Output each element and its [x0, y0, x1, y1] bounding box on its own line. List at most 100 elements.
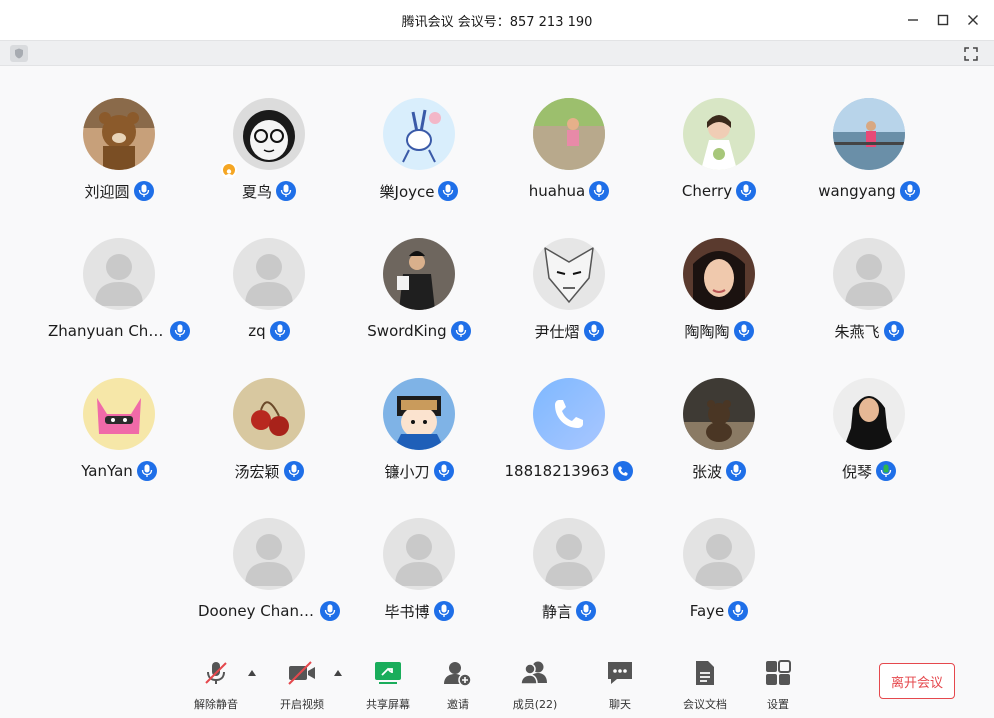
participant-name-row: 张波	[692, 460, 746, 482]
participant-tile[interactable]: 汤宏颖	[194, 378, 344, 518]
video-options-caret[interactable]	[333, 668, 343, 678]
close-button[interactable]	[958, 5, 988, 35]
avatar	[383, 378, 455, 450]
avatar	[83, 238, 155, 310]
participant-name: 樂Joyce	[379, 182, 435, 201]
video-off-icon	[285, 658, 319, 688]
participant-tile[interactable]: wangyang	[794, 98, 944, 238]
participant-name: 尹仕熠	[534, 322, 580, 341]
mic-icon	[433, 601, 454, 621]
participant-name-row: 静言	[542, 600, 596, 622]
participant-name-row: 刘迎圆	[84, 180, 154, 202]
participant-name: wangyang	[818, 182, 896, 200]
mic-icon	[450, 321, 471, 341]
avatar	[833, 378, 905, 450]
participant-tile[interactable]: Faye	[644, 518, 794, 658]
add-user-icon	[441, 658, 475, 688]
participant-tile[interactable]: 毕书博	[344, 518, 494, 658]
mic-icon	[170, 321, 190, 341]
settings-label: 设置	[767, 698, 789, 711]
participant-name: Cherry	[681, 182, 733, 200]
mic-icon	[433, 461, 454, 481]
participant-tile[interactable]: 樂Joyce	[344, 98, 494, 238]
avatar	[533, 378, 605, 450]
participant-name: Dooney Chang▯	[198, 602, 316, 620]
members-icon	[518, 658, 552, 688]
participant-name-row: YanYan	[81, 460, 157, 482]
mic-icon	[583, 321, 604, 341]
audio-options-caret[interactable]	[247, 668, 257, 678]
participant-name: 夏鸟	[241, 182, 272, 201]
mic-icon	[576, 601, 596, 621]
participant-name: 张波	[691, 462, 722, 481]
mic-icon	[733, 321, 754, 341]
mic-icon	[276, 181, 296, 201]
participant-name-row: zq	[248, 320, 290, 342]
muted-mic-icon	[199, 658, 233, 688]
avatar	[683, 98, 755, 170]
unmute-button[interactable]: 解除静音	[181, 658, 251, 714]
mic-icon	[589, 181, 610, 201]
avatar	[533, 518, 605, 590]
minimize-button[interactable]	[898, 5, 928, 35]
avatar	[233, 518, 305, 590]
participant-name-row: 尹仕熠	[534, 320, 604, 342]
leave-meeting-button[interactable]: 离开会议	[879, 663, 955, 699]
participant-tile[interactable]: Zhanyuan Cha...	[44, 238, 194, 378]
participant-name-row: 朱燕飞	[834, 320, 904, 342]
document-icon	[688, 658, 722, 688]
settings-button[interactable]: 设置	[743, 658, 813, 714]
avatar	[833, 98, 905, 170]
unmute-label: 解除静音	[194, 698, 238, 711]
shield-icon[interactable]	[10, 45, 28, 62]
host-badge-icon	[221, 162, 237, 178]
participant-tile[interactable]: 刘迎圆	[44, 98, 194, 238]
participant-name-row: 18818213963	[505, 460, 634, 482]
avatar	[383, 238, 455, 310]
participant-name: 18818213963	[504, 462, 610, 480]
share-screen-button[interactable]: 共享屏幕	[353, 658, 423, 714]
phone-call-icon	[613, 461, 634, 481]
participant-name: huahua	[528, 182, 586, 200]
share-screen-icon	[371, 658, 405, 688]
participant-name: 毕书博	[384, 602, 430, 621]
participant-tile[interactable]: 18818213963	[494, 378, 644, 518]
invite-button[interactable]: 邀请	[423, 658, 493, 714]
participant-tile[interactable]: 尹仕熠	[494, 238, 644, 378]
avatar	[683, 518, 755, 590]
invite-label: 邀请	[447, 698, 469, 711]
start-video-button[interactable]: 开启视频	[267, 658, 337, 714]
members-button[interactable]: 成员(22)	[500, 658, 570, 714]
window-title: 腾讯会议 会议号：857 213 190	[401, 14, 593, 30]
mic-icon	[320, 601, 340, 621]
fullscreen-icon[interactable]	[962, 45, 980, 62]
participant-tile[interactable]: YanYan	[44, 378, 194, 518]
participant-name-row: Faye	[690, 600, 749, 622]
participant-name: YanYan	[81, 462, 133, 480]
participant-name-row: Cherry	[681, 180, 757, 202]
meeting-docs-button[interactable]: 会议文档	[670, 658, 740, 714]
participant-tile[interactable]: 朱燕飞	[794, 238, 944, 378]
chat-button[interactable]: 聊天	[585, 658, 655, 714]
chat-label: 聊天	[609, 698, 631, 711]
mic-icon	[283, 461, 304, 481]
share-screen-label: 共享屏幕	[366, 698, 410, 711]
maximize-button[interactable]	[928, 5, 958, 35]
participant-tile[interactable]: 夏鸟	[194, 98, 344, 238]
participant-tile[interactable]: 镰小刀	[344, 378, 494, 518]
participant-name: 陶陶陶	[684, 322, 730, 341]
meeting-toolbar: 解除静音 开启视频 共享屏幕 邀请 成员(22) 聊天 会议文档 设置 离开会议	[0, 650, 994, 718]
participant-tile[interactable]: Dooney Chang▯	[194, 518, 344, 658]
participant-tile[interactable]: 陶陶陶	[644, 238, 794, 378]
participant-tile[interactable]: 倪琴	[794, 378, 944, 518]
participant-name: Zhanyuan Cha...	[48, 322, 166, 340]
participant-tile[interactable]: 静言	[494, 518, 644, 658]
participant-tile[interactable]: 张波	[644, 378, 794, 518]
settings-grid-icon	[761, 658, 795, 688]
participant-tile[interactable]: zq	[194, 238, 344, 378]
participant-tile[interactable]: SwordKing	[344, 238, 494, 378]
participant-name-row: 汤宏颖	[234, 460, 304, 482]
participant-tile[interactable]: Cherry	[644, 98, 794, 238]
participant-tile[interactable]: huahua	[494, 98, 644, 238]
mic-icon	[136, 461, 157, 481]
